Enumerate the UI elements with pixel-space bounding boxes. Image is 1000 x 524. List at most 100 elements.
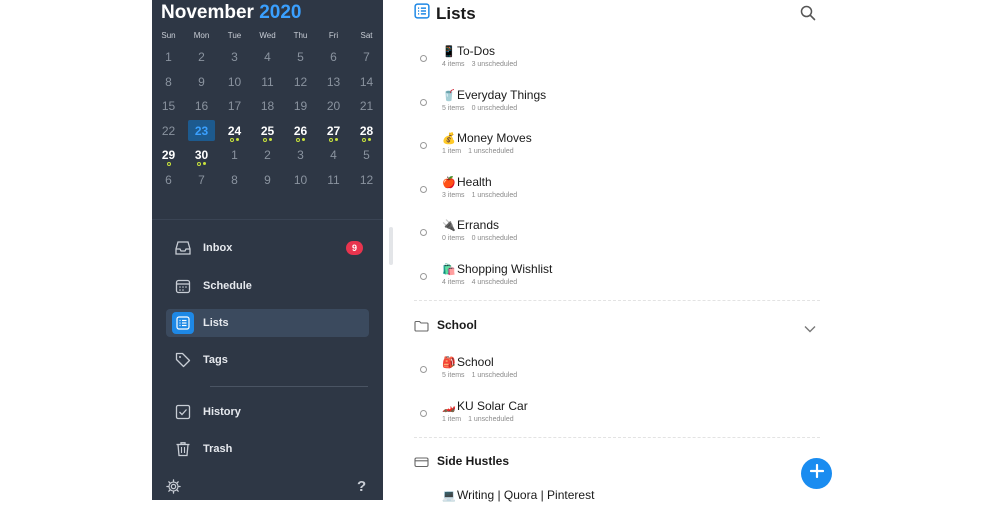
calendar-day[interactable]: 18 — [251, 95, 284, 120]
nav-item-trash[interactable]: Trash — [166, 435, 369, 463]
calendar-week: 6 7 8 9 10 11 12 — [152, 169, 383, 194]
weekday-label: Mon — [193, 31, 210, 40]
calendar-day[interactable]: 10 — [218, 71, 251, 96]
sidebar-divider — [210, 386, 368, 387]
calendar-day[interactable]: 5 — [284, 46, 317, 71]
list-item[interactable]: 🥤Everyday Things 5 items 0 unscheduled — [414, 84, 820, 124]
tag-icon — [172, 349, 194, 371]
list-progress-circle — [420, 410, 427, 417]
list-item-count: 5 items — [442, 105, 465, 112]
calendar-day[interactable]: 20 — [317, 95, 350, 120]
list-item[interactable]: 🔌Errands 0 items 0 unscheduled — [414, 214, 820, 254]
calendar-day[interactable]: 15 — [152, 95, 185, 120]
calendar-day[interactable]: 3 — [218, 46, 251, 71]
calendar-day[interactable]: 19 — [284, 95, 317, 120]
calendar-day[interactable]: 8 — [218, 169, 251, 194]
calendar-day[interactable]: 27 — [317, 120, 350, 145]
calendar-day[interactable]: 12 — [284, 71, 317, 96]
calendar-day[interactable]: 12 — [350, 169, 383, 194]
calendar-day[interactable]: 1 — [152, 46, 185, 71]
event-dots — [185, 162, 218, 166]
calendar-day[interactable]: 16 — [185, 95, 218, 120]
calendar-day[interactable]: 9 — [251, 169, 284, 194]
nav-label: Lists — [203, 317, 229, 329]
search-icon[interactable] — [800, 5, 816, 26]
nav-label: Tags — [203, 354, 228, 366]
list-item[interactable]: 💻Writing | Quora | Pinterest — [414, 484, 820, 524]
list-emoji: 🎒 — [442, 357, 456, 369]
folder-name: Side Hustles — [437, 454, 510, 468]
list-progress-circle — [420, 142, 427, 149]
calendar-day[interactable]: 13 — [317, 71, 350, 96]
calendar-day[interactable]: 6 — [152, 169, 185, 194]
calendar-day[interactable]: 26 — [284, 120, 317, 145]
gear-icon[interactable] — [166, 479, 181, 499]
calendar-day[interactable]: 25 — [251, 120, 284, 145]
inbox-tray-icon — [172, 237, 194, 259]
folder-header-side-hustles[interactable]: Side Hustles — [414, 448, 820, 474]
nav-item-inbox[interactable]: Inbox 9 — [166, 234, 369, 262]
list-emoji: 🏎️ — [442, 401, 456, 413]
weekday-label: Fri — [328, 31, 339, 40]
list-item[interactable]: 🍎Health 3 items 1 unscheduled — [414, 171, 820, 211]
calendar-day[interactable]: 6 — [317, 46, 350, 71]
weekday-label: Sun — [161, 31, 176, 40]
nav-item-history[interactable]: History — [166, 398, 369, 426]
weekday-label: Thu — [293, 31, 308, 40]
calendar-day[interactable]: 11 — [251, 71, 284, 96]
nav-item-lists[interactable]: Lists — [166, 309, 369, 337]
calendar-day[interactable]: 9 — [185, 71, 218, 96]
calendar-day[interactable]: 2 — [185, 46, 218, 71]
calendar-day[interactable]: 21 — [350, 95, 383, 120]
inbox-count-badge: 9 — [346, 241, 363, 255]
calendar-day-today[interactable]: 23 — [185, 119, 218, 145]
checkbox-icon — [172, 401, 194, 423]
calendar-day[interactable]: 1 — [218, 144, 251, 169]
calendar-week: 8 9 10 11 12 13 14 — [152, 71, 383, 96]
nav-item-tags[interactable]: Tags — [166, 346, 369, 374]
list-progress-circle — [420, 273, 427, 280]
list-progress-circle — [420, 186, 427, 193]
calendar-month-title[interactable]: November 2020 — [161, 2, 301, 24]
nav-item-schedule[interactable]: Schedule — [166, 272, 369, 300]
list-name: To-Dos — [457, 44, 496, 58]
calendar-day[interactable]: 30 — [185, 144, 218, 169]
list-progress-circle — [420, 229, 427, 236]
calendar-day[interactable]: 7 — [185, 169, 218, 194]
list-item-count: 4 items — [442, 279, 465, 286]
list-icon — [414, 3, 430, 24]
calendar-day[interactable]: 14 — [350, 71, 383, 96]
calendar-day[interactable]: 3 — [284, 144, 317, 169]
list-item[interactable]: 📱To-Dos 4 items 3 unscheduled — [414, 40, 820, 80]
list-item[interactable]: 🎒School 5 items 1 unscheduled — [414, 351, 820, 391]
list-name: Health — [457, 175, 492, 189]
calendar-day[interactable]: 2 — [251, 144, 284, 169]
calendar-day[interactable]: 10 — [284, 169, 317, 194]
calendar-day[interactable]: 29 — [152, 144, 185, 169]
list-item[interactable]: 🛍️Shopping Wishlist 4 items 4 unscheduled — [414, 258, 820, 298]
split-view-drag-handle[interactable] — [389, 227, 393, 265]
section-divider — [414, 437, 820, 438]
list-unscheduled-count: 1 unscheduled — [471, 372, 518, 379]
list-emoji: 🔌 — [442, 220, 456, 232]
calendar-day[interactable]: 4 — [317, 144, 350, 169]
event-dots — [218, 137, 251, 142]
calendar-day[interactable]: 22 — [152, 120, 185, 145]
calendar-day[interactable]: 4 — [251, 46, 284, 71]
calendar-day[interactable]: 28 — [350, 120, 383, 145]
chevron-down-icon[interactable] — [804, 320, 816, 338]
calendar-day[interactable]: 11 — [317, 169, 350, 194]
folder-header-school[interactable]: School — [414, 312, 820, 338]
add-list-button[interactable] — [801, 458, 832, 489]
list-item[interactable]: 💰Money Moves 1 item 1 unscheduled — [414, 127, 820, 167]
question-icon[interactable]: ? — [357, 478, 366, 495]
list-item[interactable]: 🏎️KU Solar Car 1 item 1 unscheduled — [414, 395, 820, 435]
page-title: Lists — [436, 3, 476, 23]
calendar-day[interactable]: 8 — [152, 71, 185, 96]
calendar-day[interactable]: 5 — [350, 144, 383, 169]
calendar-day[interactable]: 7 — [350, 46, 383, 71]
calendar-day[interactable]: 17 — [218, 95, 251, 120]
calendar-day[interactable]: 24 — [218, 120, 251, 145]
list-unscheduled-count: 0 unscheduled — [471, 105, 518, 112]
list-unscheduled-count: 3 unscheduled — [471, 61, 518, 68]
